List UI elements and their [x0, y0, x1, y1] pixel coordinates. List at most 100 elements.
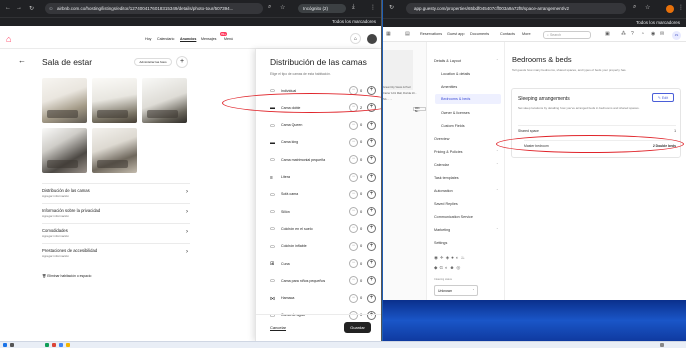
increase-button[interactable]: +	[367, 120, 376, 130]
host-avatar[interactable]	[367, 34, 377, 44]
room-photo[interactable]	[42, 78, 87, 123]
nav-guest-app[interactable]: Guest app	[447, 32, 465, 36]
menu-saved-replies[interactable]: Saved Replies	[434, 202, 458, 206]
site-info-icon[interactable]: ⊙	[49, 3, 53, 14]
app-icon[interactable]	[52, 343, 56, 347]
nav-documents[interactable]: Documents	[470, 32, 489, 36]
message-icon[interactable]: ✉	[660, 31, 664, 37]
menu-bedrooms[interactable]: Bedrooms & beds	[435, 94, 501, 104]
menu-details-layout[interactable]: Details & Layout	[434, 59, 461, 63]
all-bookmarks[interactable]: Todos los marcadores	[636, 20, 680, 25]
nav-mensajes[interactable]: Mensajes	[201, 37, 216, 41]
room-photo[interactable]	[142, 78, 187, 123]
profile-avatar[interactable]	[666, 5, 674, 13]
incognito-indicator[interactable]: Incógnito (2)	[298, 4, 346, 13]
nav-hoy[interactable]: Hoy	[145, 37, 151, 41]
room-photo[interactable]	[92, 128, 137, 173]
reload-icon[interactable]: ↻	[389, 4, 394, 11]
nav-more[interactable]: More	[522, 32, 531, 36]
add-photo-icon[interactable]: +	[176, 56, 188, 68]
forward-icon[interactable]: →	[16, 5, 22, 11]
download-icon[interactable]: ⤓	[352, 4, 355, 11]
globe-icon[interactable]: ⌂	[350, 33, 361, 44]
zoom-icon[interactable]: ⌕	[633, 4, 636, 11]
increase-button[interactable]: +	[367, 137, 376, 147]
decrease-button[interactable]: −	[349, 207, 358, 217]
menu-communication[interactable]: Communication Service	[434, 215, 473, 219]
nav-menu[interactable]: Menú	[224, 37, 233, 41]
edit-button[interactable]: ✎ Edit	[652, 93, 674, 102]
increase-button[interactable]: +	[367, 155, 376, 165]
nav-calendario[interactable]: Calendario	[157, 37, 174, 41]
apps-icon[interactable]: ⁂	[621, 31, 626, 37]
app-icon[interactable]	[45, 343, 49, 347]
cleaning-status-select[interactable]: Unknown ˇ	[434, 285, 478, 296]
decrease-button[interactable]: −	[349, 137, 358, 147]
menu-settings[interactable]: Settings	[434, 241, 447, 245]
menu-task-templates[interactable]: Task templates	[434, 176, 459, 180]
menu-custom-fields[interactable]: Custom Fields	[441, 124, 465, 128]
menu-overview[interactable]: Overview	[434, 137, 449, 141]
menu-marketing[interactable]: Marketing	[434, 228, 450, 232]
bell-icon[interactable]: ◉	[651, 31, 655, 37]
decrease-button[interactable]: −	[349, 241, 358, 251]
start-icon[interactable]	[3, 343, 7, 347]
decrease-button[interactable]: −	[349, 224, 358, 234]
search-input[interactable]: ⌕ Search	[543, 30, 591, 39]
manage-photos-button[interactable]: Administrar las fotos	[134, 58, 172, 66]
airbnb-logo-icon[interactable]: ⌂	[6, 34, 11, 44]
section-accessibility[interactable]: Prestaciones de accesibilidad Agregar in…	[42, 243, 190, 263]
section-privacy[interactable]: Información sobre la privacidad Agregar …	[42, 203, 190, 223]
menu-owner[interactable]: Owner & licenses	[441, 111, 470, 115]
notification-icon[interactable]: ◔	[641, 31, 644, 37]
decrease-button[interactable]: −	[349, 189, 358, 199]
cancel-button[interactable]: Cancelar	[270, 325, 286, 330]
nav-reservations[interactable]: Reservations	[420, 32, 442, 36]
star-icon[interactable]: ☆	[645, 4, 650, 11]
room-photo[interactable]	[92, 78, 137, 123]
menu-automation[interactable]: Automation	[434, 189, 453, 193]
increase-button[interactable]: +	[367, 241, 376, 251]
decrease-button[interactable]: −	[349, 120, 358, 130]
star-icon[interactable]: ☆	[280, 4, 285, 11]
user-avatar[interactable]: JS	[672, 30, 681, 40]
increase-button[interactable]: +	[367, 189, 376, 199]
back-icon[interactable]: ←	[5, 5, 11, 11]
room-photo[interactable]	[42, 128, 87, 173]
section-bed-layout[interactable]: Distribución de las camas Agregar inform…	[42, 183, 190, 203]
menu-calendar[interactable]: Calendar	[434, 163, 449, 167]
nav-contacts[interactable]: Contacts	[500, 32, 515, 36]
address-bar[interactable]: ⊙ airbnb.com.co/hosting/listings/editor/…	[45, 3, 263, 14]
decrease-button[interactable]: −	[349, 155, 358, 165]
menu-amenities[interactable]: Amenities	[441, 85, 457, 89]
calendar-icon[interactable]: ▦	[386, 31, 391, 37]
help-icon[interactable]: ?	[631, 31, 634, 37]
increase-button[interactable]: +	[367, 86, 376, 95]
increase-button[interactable]: +	[367, 293, 376, 303]
increase-button[interactable]: +	[367, 224, 376, 234]
decrease-button[interactable]: −	[349, 293, 358, 303]
nav-anuncios[interactable]: Anuncios	[180, 37, 196, 41]
menu-location[interactable]: Location & details	[441, 72, 470, 76]
back-arrow-icon[interactable]: ←	[18, 56, 26, 65]
decrease-button[interactable]: −	[349, 276, 358, 286]
kebab-menu-icon[interactable]: ⋮	[370, 4, 376, 11]
kebab-menu-icon[interactable]: ⋮	[678, 4, 684, 11]
menu-pricing[interactable]: Pricing & Policies	[434, 150, 463, 154]
increase-button[interactable]: +	[367, 276, 376, 286]
address-bar[interactable]: app.guesty.com/properties/65bdf045407cff…	[406, 3, 626, 14]
increase-button[interactable]: +	[367, 172, 376, 182]
reload-icon[interactable]: ↻	[29, 5, 34, 12]
tray-icon[interactable]	[660, 343, 664, 347]
save-button[interactable]: Guardar	[344, 322, 371, 333]
zoom-icon[interactable]: ⌕	[268, 4, 271, 11]
decrease-button[interactable]: −	[349, 259, 358, 268]
print-icon[interactable]: ▣	[605, 31, 610, 37]
search-icon[interactable]	[10, 343, 14, 347]
all-bookmarks[interactable]: Todos los marcadores	[332, 19, 376, 24]
decrease-button[interactable]: −	[349, 172, 358, 182]
grid-icon[interactable]: ▤	[405, 31, 410, 37]
increase-button[interactable]: +	[367, 207, 376, 217]
delete-room-link[interactable]: 🗑 Eliminar habitación o espacio	[42, 274, 91, 278]
folder-icon[interactable]	[66, 343, 70, 347]
